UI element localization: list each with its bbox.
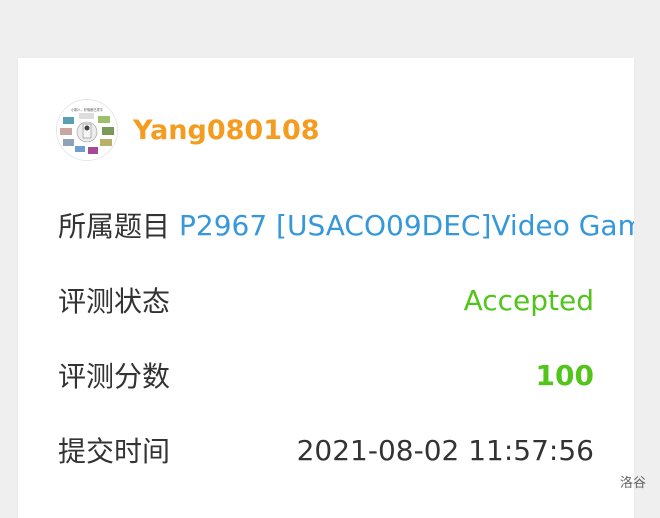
status-label: 评测状态: [58, 285, 171, 318]
score-row: 评测分数 100: [58, 355, 594, 395]
submit-time-row: 提交时间 2021-08-02 11:57:56: [58, 430, 594, 470]
submit-time-value: 2021-08-02 11:57:56: [296, 433, 594, 467]
avatar-caption: 小刚人，好像都已重平: [71, 107, 104, 112]
problem-label: 所属题目: [58, 210, 171, 243]
submission-card: 小刚人，好像都已重平 Yang080108 所属题目 P2967 [USACO0…: [18, 58, 634, 518]
avatar-image: 小刚人，好像都已重平: [57, 100, 117, 160]
username-link[interactable]: Yang080108: [133, 115, 320, 146]
submit-time-label: 提交时间: [58, 435, 171, 468]
problem-row: 所属题目 P2967 [USACO09DEC]Video Game: [58, 205, 634, 245]
score-label: 评测分数: [58, 360, 171, 393]
problem-link[interactable]: P2967 [USACO09DEC]Video Game: [179, 209, 634, 242]
user-header: 小刚人，好像都已重平 Yang080108: [56, 99, 320, 161]
status-value: Accepted: [463, 283, 594, 317]
status-row: 评测状态 Accepted: [58, 280, 594, 320]
user-avatar[interactable]: 小刚人，好像都已重平: [56, 99, 118, 161]
watermark-luogu: 洛谷: [619, 476, 646, 491]
score-value: 100: [535, 358, 594, 392]
